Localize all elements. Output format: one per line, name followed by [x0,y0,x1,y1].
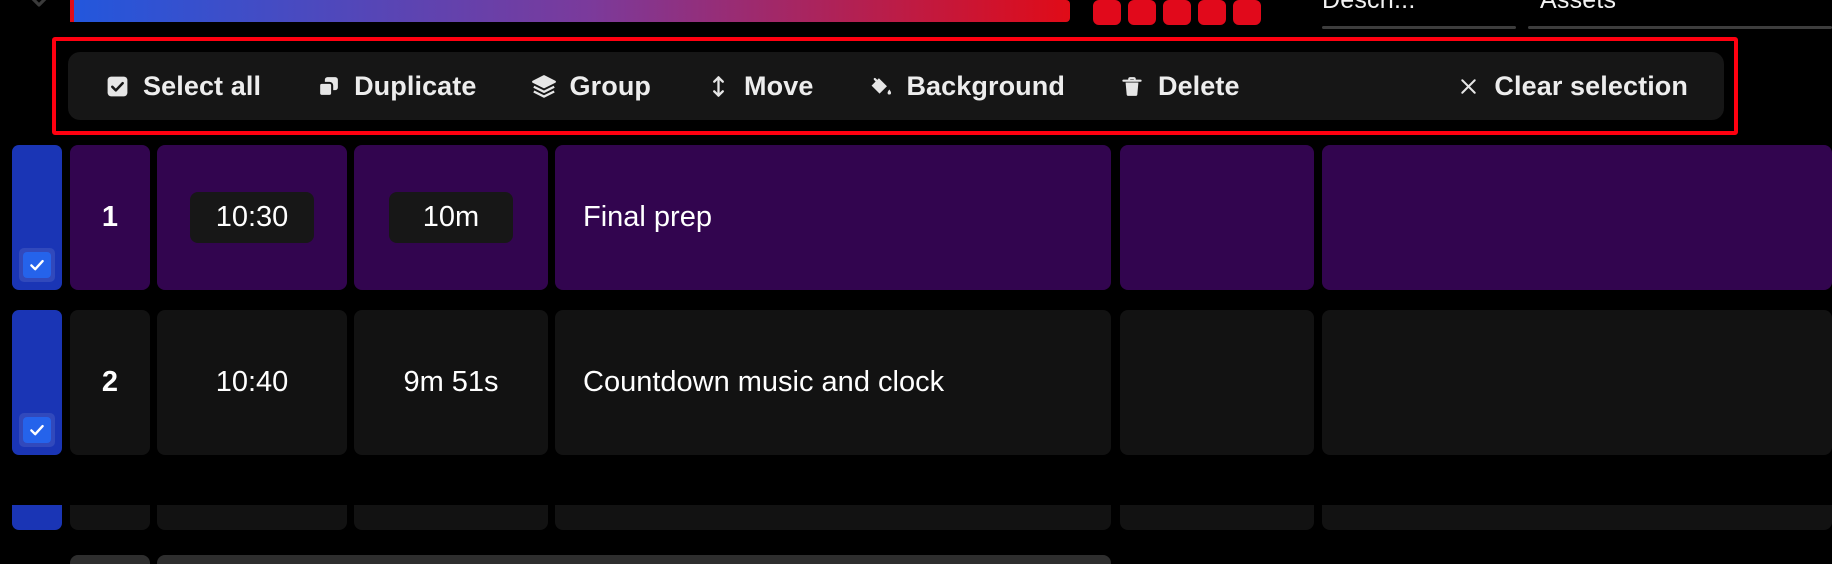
timeline-red-chip[interactable] [1093,0,1121,25]
row-checkbox[interactable] [19,248,55,282]
trash-icon [1119,73,1145,99]
background-label: Background [906,70,1065,101]
table-row[interactable]: 1 10:30 10m Final prep [0,145,1832,290]
column-header-assets-rule [1528,26,1832,29]
row-description-cell[interactable] [1120,310,1314,455]
clear-selection-label: Clear selection [1494,70,1688,101]
row-select-bar[interactable] [12,505,62,530]
timeline-playhead [70,0,74,22]
row-number-cell: 2 [70,310,150,455]
row-number-cell [70,505,150,530]
timeline-red-chip[interactable] [1198,0,1226,25]
row-assets-cell[interactable] [1322,505,1832,530]
row-duration-cell[interactable] [354,505,548,530]
timeline-strip: Descri... Assets [0,0,1832,34]
row-description-cell[interactable] [1120,145,1314,290]
select-all-button[interactable]: Select all [94,63,271,109]
chevron-down-icon[interactable] [26,0,52,12]
row-title-cell[interactable]: Final prep [555,145,1111,290]
delete-button[interactable]: Delete [1109,63,1250,109]
column-header-assets: Assets [1540,0,1617,14]
row-title-cell[interactable] [555,505,1111,530]
checkbox-checked-icon [104,73,130,99]
select-all-label: Select all [143,70,262,101]
duplicate-button[interactable]: Duplicate [305,63,486,109]
row-start-value: 10:40 [215,366,289,398]
row-description-cell[interactable] [1120,505,1314,530]
row-number-cell [70,555,150,564]
row-title-cell[interactable]: Countdown music and clock [555,310,1111,455]
row-checkbox-checked-icon [23,417,51,443]
table-row[interactable] [0,555,1832,564]
move-button[interactable]: Move [695,63,823,109]
row-assets-cell[interactable] [1322,310,1832,455]
timeline-red-chip[interactable] [1233,0,1261,25]
row-start-chip: 10:30 [189,192,315,243]
selection-toolbar: Select all Duplicate Group Move Backgrou… [68,52,1724,120]
row-cells-peek[interactable] [157,555,1111,564]
row-select-bar[interactable] [12,145,62,290]
close-x-icon [1455,73,1481,99]
timeline-red-chip[interactable] [1128,0,1156,25]
row-duration-value: 9m 51s [403,366,499,398]
row-start-cell[interactable] [157,505,347,530]
row-duration-chip: 10m [389,192,513,243]
row-checkbox-checked-icon [23,252,51,278]
column-header-description-rule [1322,26,1516,29]
copy-icon [315,73,341,99]
row-checkbox[interactable] [19,413,55,447]
table-row[interactable]: 2 10:40 9m 51s Countdown music and clock [0,310,1832,455]
row-assets-cell[interactable] [1322,145,1832,290]
timeline-red-chip[interactable] [1163,0,1191,25]
timeline-gradient-bar[interactable] [70,0,1070,22]
row-duration-cell[interactable]: 10m [354,145,548,290]
move-label: Move [744,70,814,101]
row-number-cell: 1 [70,145,150,290]
row-start-cell[interactable]: 10:40 [157,310,347,455]
duplicate-label: Duplicate [354,70,477,101]
row-start-cell[interactable]: 10:30 [157,145,347,290]
clear-selection-button[interactable]: Clear selection [1445,63,1698,109]
paint-bucket-icon [867,73,893,99]
column-header-description: Descri... [1322,0,1416,14]
background-button[interactable]: Background [857,63,1075,109]
move-vertical-icon [705,73,731,99]
group-label: Group [569,70,652,101]
row-select-bar[interactable] [12,310,62,455]
group-button[interactable]: Group [521,63,662,109]
row-duration-cell[interactable]: 9m 51s [354,310,548,455]
delete-label: Delete [1157,70,1240,101]
layers-icon [531,73,557,99]
